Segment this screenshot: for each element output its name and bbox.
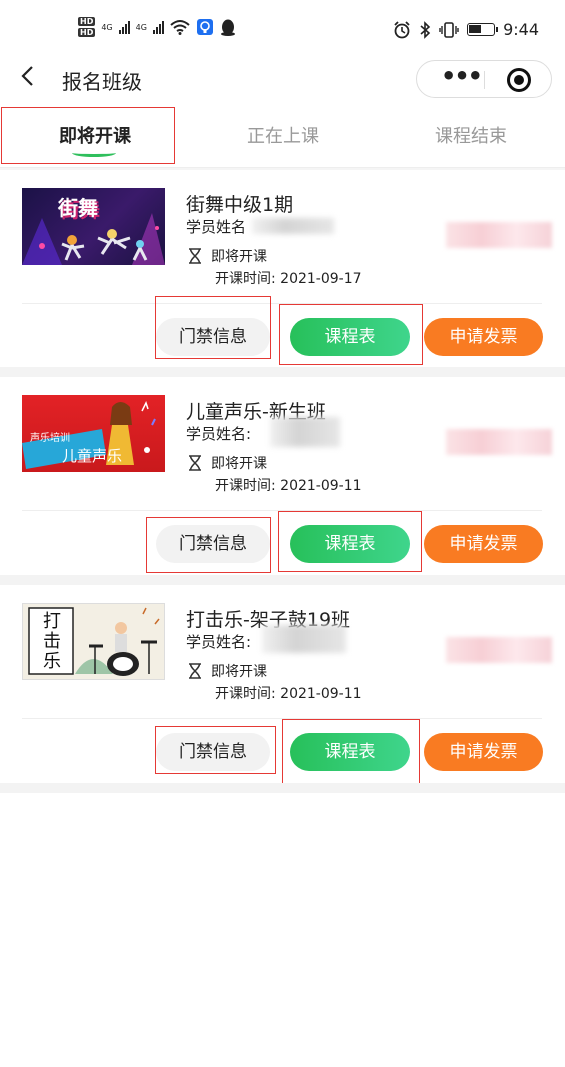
- capsule-divider: [484, 71, 485, 89]
- battery-icon: [467, 23, 499, 36]
- clock-time: 9:44: [503, 20, 539, 39]
- network-label: 4G: [135, 22, 147, 32]
- redacted-student-name: [262, 625, 346, 653]
- schedule-button[interactable]: 课程表: [290, 525, 410, 563]
- start-date-value: 2021-09-11: [280, 478, 362, 494]
- divider: [22, 510, 542, 511]
- course-card[interactable]: 街舞 街舞中级1期 学员姓名 即将开课 开课时间: 2021-09-17 门禁信…: [0, 170, 565, 368]
- redacted-student-name: [270, 417, 340, 447]
- status-text: 即将开课: [211, 664, 267, 680]
- tab-upcoming[interactable]: 即将开课: [20, 108, 170, 166]
- hourglass-icon: [189, 248, 201, 264]
- status-text: 即将开课: [211, 249, 267, 265]
- student-name-label: 学员姓名:: [186, 633, 252, 651]
- course-thumbnail: 声乐培训 儿童声乐: [22, 395, 165, 472]
- vpn-shield-icon: [196, 19, 213, 35]
- nav-bar: 报名班级 •••: [0, 56, 565, 102]
- section-gap: [0, 367, 565, 377]
- invoice-request-button[interactable]: 申请发票: [424, 318, 543, 356]
- vibrate-icon: [439, 21, 459, 38]
- course-status: 即将开课: [188, 246, 267, 266]
- start-date-label: 开课时间:: [215, 478, 276, 494]
- redacted-student-name: [252, 218, 334, 234]
- hd-badge: HD: [78, 17, 96, 26]
- bluetooth-icon: [420, 20, 431, 39]
- network-label: 4G: [101, 22, 113, 32]
- invoice-request-button[interactable]: 申请发票: [424, 733, 543, 771]
- student-name-label: 学员姓名: [186, 218, 247, 236]
- hd-icon: HD HD: [78, 16, 96, 38]
- course-thumbnail: 街舞: [22, 188, 165, 265]
- thumbnail-title: 打击乐: [43, 611, 61, 672]
- tab-bar: 即将开课 正在上课 课程结束: [0, 108, 565, 168]
- start-date: 开课时间: 2021-09-11: [215, 683, 362, 703]
- divider: [22, 718, 542, 719]
- access-info-button[interactable]: 门禁信息: [156, 318, 270, 356]
- section-gap: [0, 783, 565, 793]
- divider: [22, 303, 542, 304]
- thumbnail-subtitle: 声乐培训: [30, 433, 70, 444]
- hourglass-icon: [189, 663, 201, 679]
- start-date-label: 开课时间:: [215, 686, 276, 702]
- start-date-value: 2021-09-17: [280, 271, 362, 287]
- signal-icon: [118, 20, 130, 34]
- back-button[interactable]: [18, 64, 46, 94]
- status-right: 9:44: [393, 20, 539, 39]
- schedule-button[interactable]: 课程表: [290, 318, 410, 356]
- signal-icon: [152, 20, 164, 34]
- qq-penguin-icon: [220, 19, 235, 36]
- start-date-label: 开课时间:: [215, 271, 276, 287]
- alarm-icon: [394, 20, 410, 38]
- wifi-icon: [170, 20, 190, 35]
- schedule-button[interactable]: 课程表: [290, 733, 410, 771]
- course-name: 街舞中级1期: [186, 194, 294, 216]
- tab-in-progress[interactable]: 正在上课: [208, 108, 358, 166]
- tab-finished[interactable]: 课程结束: [396, 108, 546, 166]
- status-text: 即将开课: [211, 456, 267, 472]
- course-thumbnail: 打击乐: [22, 603, 165, 680]
- start-date-value: 2021-09-11: [280, 686, 362, 702]
- invoice-request-button[interactable]: 申请发票: [424, 525, 543, 563]
- hd-badge: HD: [78, 28, 96, 37]
- miniprogram-capsule: •••: [416, 60, 552, 98]
- page-title: 报名班级: [62, 70, 142, 94]
- course-status: 即将开课: [188, 661, 267, 681]
- start-date: 开课时间: 2021-09-11: [215, 475, 362, 495]
- start-date: 开课时间: 2021-09-17: [215, 268, 362, 288]
- section-gap: [0, 575, 565, 585]
- course-card[interactable]: 声乐培训 儿童声乐 儿童声乐-新生班 学员姓名: 即将开课 开课时间: 2021…: [0, 377, 565, 575]
- student-name-label: 学员姓名:: [186, 425, 252, 443]
- redacted-price: [446, 637, 552, 663]
- status-left: HD HD 4G 4G: [78, 16, 236, 38]
- redacted-price: [446, 429, 552, 455]
- thumbnail-title: 儿童声乐: [62, 447, 123, 465]
- access-info-button[interactable]: 门禁信息: [156, 733, 270, 771]
- course-card[interactable]: 打击乐 打击乐-架子鼓19班 学员姓名: 即将开课 开课时间: 2021-09-…: [0, 585, 565, 783]
- course-status: 即将开课: [188, 453, 267, 473]
- more-menu-button[interactable]: •••: [437, 64, 485, 93]
- hourglass-icon: [189, 455, 201, 471]
- active-tab-indicator: [72, 149, 116, 157]
- close-miniprogram-icon[interactable]: [507, 68, 531, 92]
- status-bar: HD HD 4G 4G 9:44: [0, 0, 565, 56]
- access-info-button[interactable]: 门禁信息: [156, 525, 270, 563]
- chevron-left-icon: [21, 66, 33, 86]
- thumbnail-title: 街舞: [58, 196, 98, 220]
- redacted-price: [446, 222, 552, 248]
